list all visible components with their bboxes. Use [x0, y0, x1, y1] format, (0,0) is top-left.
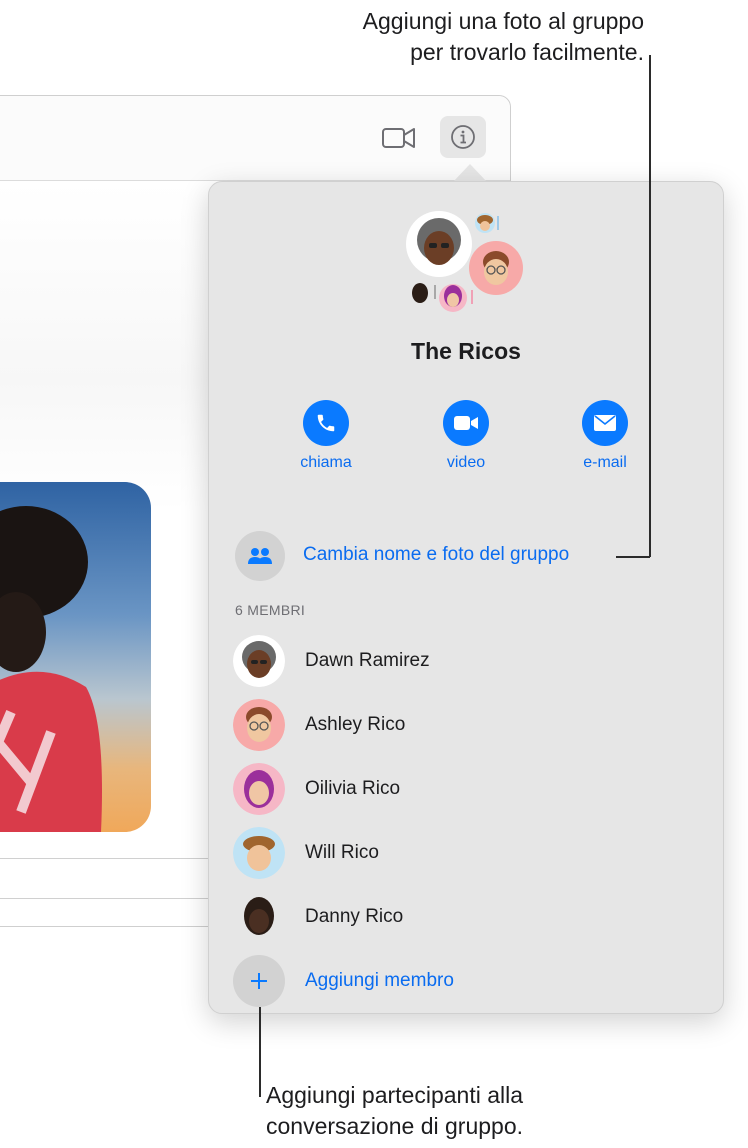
avatar — [233, 763, 285, 815]
callout-line: conversazione di gruppo. — [266, 1113, 523, 1139]
divider — [0, 858, 210, 859]
portrait-silhouette — [0, 506, 102, 832]
info-button[interactable] — [440, 116, 486, 158]
conversation-toolbar — [0, 96, 510, 181]
member-row-olivia[interactable]: Oilivia Rico — [233, 763, 693, 817]
leader-line — [259, 1007, 261, 1097]
member-row-ashley[interactable]: Ashley Rico — [233, 699, 693, 753]
avatar — [233, 891, 285, 943]
video-camera-icon — [454, 416, 478, 430]
member-row-danny[interactable]: Danny Rico — [233, 891, 693, 945]
callout-line: per trovarlo facilmente. — [410, 39, 644, 65]
member-name: Danny Rico — [305, 906, 404, 927]
video-camera-icon — [382, 128, 415, 148]
member-name: Dawn Ramirez — [305, 650, 430, 671]
group-name: The Ricos — [411, 338, 521, 364]
callout-line: Aggiungi una foto al gruppo — [362, 8, 644, 34]
member-name: Ashley Rico — [305, 714, 406, 735]
call-action[interactable]: chiama — [276, 400, 376, 472]
callout-add-photo: Aggiungi una foto al gruppo per trovarlo… — [363, 6, 644, 68]
member-row-will[interactable]: Will Rico — [233, 827, 693, 881]
member-row-dawn[interactable]: Dawn Ramirez — [233, 635, 693, 689]
avatar — [233, 635, 285, 687]
phone-icon — [317, 414, 335, 432]
message-area — [0, 182, 210, 512]
rename-group-label: Cambia nome e foto del gruppo — [303, 544, 570, 565]
call-label: chiama — [300, 454, 352, 471]
member-name: Oilivia Rico — [305, 778, 401, 799]
group-avatar-cluster[interactable] — [403, 210, 533, 320]
popover-arrow — [453, 164, 487, 182]
video-call-button[interactable] — [381, 124, 417, 152]
call-button[interactable] — [303, 400, 349, 446]
envelope-icon — [594, 415, 616, 431]
email-action[interactable]: e-mail — [555, 400, 655, 472]
divider — [0, 898, 210, 899]
add-member-row[interactable]: Aggiungi membro — [233, 955, 693, 1009]
email-label: e-mail — [583, 454, 627, 471]
callout-add-participants: Aggiungi partecipanti alla conversazione… — [266, 1080, 523, 1142]
people-icon — [248, 548, 272, 564]
member-name: Will Rico — [305, 842, 379, 863]
info-circle-icon — [451, 125, 475, 149]
add-member-button[interactable] — [233, 955, 285, 1007]
avatar — [233, 699, 285, 751]
leader-line — [649, 55, 651, 557]
members-count: 6 MEMBRI — [235, 602, 306, 618]
video-label: video — [446, 454, 486, 471]
avatar — [233, 827, 285, 879]
shared-photo[interactable] — [0, 482, 151, 832]
group-details-popover: The Ricos chiama video e-mail Cambia nom… — [208, 181, 724, 1014]
leader-line — [616, 556, 650, 558]
video-button[interactable] — [443, 400, 489, 446]
email-button[interactable] — [582, 400, 628, 446]
callout-line: Aggiungi partecipanti alla — [266, 1082, 524, 1108]
video-action[interactable]: video — [416, 400, 516, 472]
plus-icon — [251, 973, 267, 989]
group-people-icon-wrap — [235, 531, 285, 581]
add-member-label: Aggiungi membro — [305, 970, 454, 991]
